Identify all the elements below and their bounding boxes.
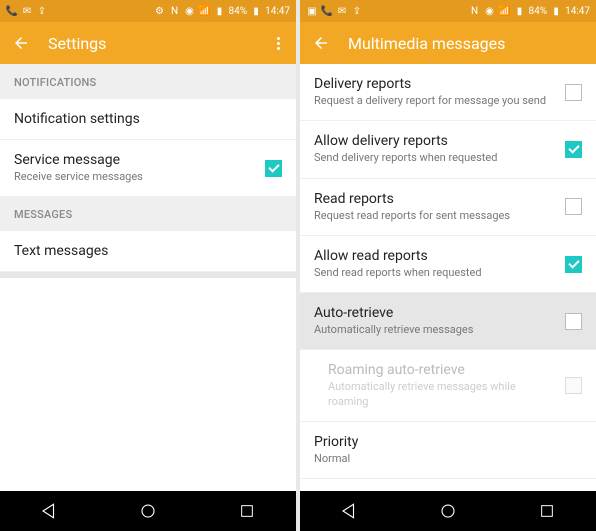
wifi-icon: 📶	[499, 5, 511, 17]
row-auto-retrieve[interactable]: Auto-retrieve Automatically retrieve mes…	[300, 293, 596, 350]
row-sublabel: Send read reports when requested	[314, 266, 557, 280]
phone-icon: 📞	[6, 5, 18, 17]
mail-icon: ✉	[21, 5, 33, 17]
mail-icon: ✉	[336, 5, 348, 17]
checkbox-auto-retrieve[interactable]	[565, 313, 582, 330]
nav-home-button[interactable]	[438, 501, 458, 521]
checkbox-allow-read[interactable]	[565, 256, 582, 273]
clock: 14:47	[565, 6, 590, 17]
status-right-icons: N ◉ 📶 ▮ 84% ▮ 14:47	[469, 5, 590, 17]
page-title: Settings	[48, 34, 273, 53]
checkbox-delivery-reports[interactable]	[565, 84, 582, 101]
signal-icon: ▮	[514, 5, 526, 17]
image-icon: ▣	[306, 5, 318, 17]
wifi-icon: 📶	[199, 5, 211, 17]
overflow-menu-button[interactable]	[273, 33, 284, 54]
row-label: Priority	[314, 434, 582, 450]
status-right-icons: ⚙ N ◉ 📶 ▮ 84% ▮ 14:47	[154, 5, 290, 17]
row-allow-delivery[interactable]: Allow delivery reports Send delivery rep…	[300, 121, 596, 178]
status-bar: ▣ 📞 ✉ ⇪ N ◉ 📶 ▮ 84% ▮ 14:47	[300, 0, 596, 22]
settings-list: NOTIFICATIONS Notification settings Serv…	[0, 64, 296, 278]
row-label: Read reports	[314, 191, 557, 207]
app-bar: Settings	[0, 22, 296, 64]
upload-icon: ⇪	[351, 5, 363, 17]
checkbox-allow-delivery[interactable]	[565, 141, 582, 158]
battery-percent: 84%	[229, 6, 248, 17]
row-label: Service message	[14, 152, 257, 168]
nfc-icon: N	[169, 5, 181, 17]
row-label: Allow read reports	[314, 248, 557, 264]
battery-icon: ▮	[550, 5, 562, 17]
signal-icon: ▮	[214, 5, 226, 17]
nav-home-button[interactable]	[138, 501, 158, 521]
row-multimedia-messages[interactable]: Multimedia messages	[0, 272, 296, 277]
clock: 14:47	[265, 6, 290, 17]
row-sublabel: Send delivery reports when requested	[314, 151, 557, 165]
location-icon: ◉	[184, 5, 196, 17]
section-notifications: NOTIFICATIONS	[0, 64, 296, 99]
row-label: Text messages	[14, 243, 282, 259]
checkbox-service-message[interactable]	[265, 160, 282, 177]
status-left-icons: ▣ 📞 ✉ ⇪	[306, 5, 363, 17]
nav-recent-button[interactable]	[237, 501, 257, 521]
row-service-message[interactable]: Service message Receive service messages	[0, 140, 296, 196]
row-label: Delivery reports	[314, 76, 557, 92]
row-validity[interactable]: Validity period Maximum	[300, 479, 596, 491]
row-delivery-reports[interactable]: Delivery reports Request a delivery repo…	[300, 64, 596, 121]
bluetooth-icon: ⚙	[154, 5, 166, 17]
row-sublabel: Automatically retrieve messages	[314, 323, 557, 337]
phone-icon: 📞	[321, 5, 333, 17]
page-title: Multimedia messages	[348, 34, 584, 53]
row-priority[interactable]: Priority Normal	[300, 422, 596, 479]
row-roaming-auto-retrieve: Roaming auto-retrieve Automatically retr…	[300, 350, 596, 422]
nav-recent-button[interactable]	[537, 501, 557, 521]
nav-bar	[300, 491, 596, 531]
row-sublabel: Receive service messages	[14, 170, 257, 184]
row-label: Notification settings	[14, 111, 282, 127]
mms-list: Delivery reports Request a delivery repo…	[300, 64, 596, 491]
empty-space	[0, 278, 296, 492]
nav-back-button[interactable]	[339, 501, 359, 521]
status-bar: 📞 ✉ ⇪ ⚙ N ◉ 📶 ▮ 84% ▮ 14:47	[0, 0, 296, 22]
row-sublabel: Request a delivery report for message yo…	[314, 94, 557, 108]
battery-percent: 84%	[529, 6, 548, 17]
checkbox-read-reports[interactable]	[565, 198, 582, 215]
checkbox-roaming	[565, 377, 582, 394]
row-read-reports[interactable]: Read reports Request read reports for se…	[300, 179, 596, 236]
back-button[interactable]	[12, 34, 30, 52]
phone-right: ▣ 📞 ✉ ⇪ N ◉ 📶 ▮ 84% ▮ 14:47 Multimedia m…	[300, 0, 596, 531]
nav-bar	[0, 491, 296, 531]
back-button[interactable]	[312, 34, 330, 52]
row-label: Roaming auto-retrieve	[328, 362, 557, 378]
nfc-icon: N	[469, 5, 481, 17]
location-icon: ◉	[484, 5, 496, 17]
row-sublabel: Normal	[314, 452, 582, 466]
row-allow-read[interactable]: Allow read reports Send read reports whe…	[300, 236, 596, 293]
phone-left: 📞 ✉ ⇪ ⚙ N ◉ 📶 ▮ 84% ▮ 14:47 Settings NOT…	[0, 0, 296, 531]
status-left-icons: 📞 ✉ ⇪	[6, 5, 48, 17]
row-label: Allow delivery reports	[314, 133, 557, 149]
row-notification-settings[interactable]: Notification settings	[0, 99, 296, 140]
row-sublabel: Request read reports for sent messages	[314, 209, 557, 223]
row-text-messages[interactable]: Text messages	[0, 231, 296, 272]
battery-icon: ▮	[250, 5, 262, 17]
row-label: Auto-retrieve	[314, 305, 557, 321]
upload-icon: ⇪	[36, 5, 48, 17]
nav-back-button[interactable]	[39, 501, 59, 521]
app-bar: Multimedia messages	[300, 22, 596, 64]
row-sublabel: Automatically retrieve messages while ro…	[328, 380, 557, 409]
section-messages: MESSAGES	[0, 196, 296, 231]
